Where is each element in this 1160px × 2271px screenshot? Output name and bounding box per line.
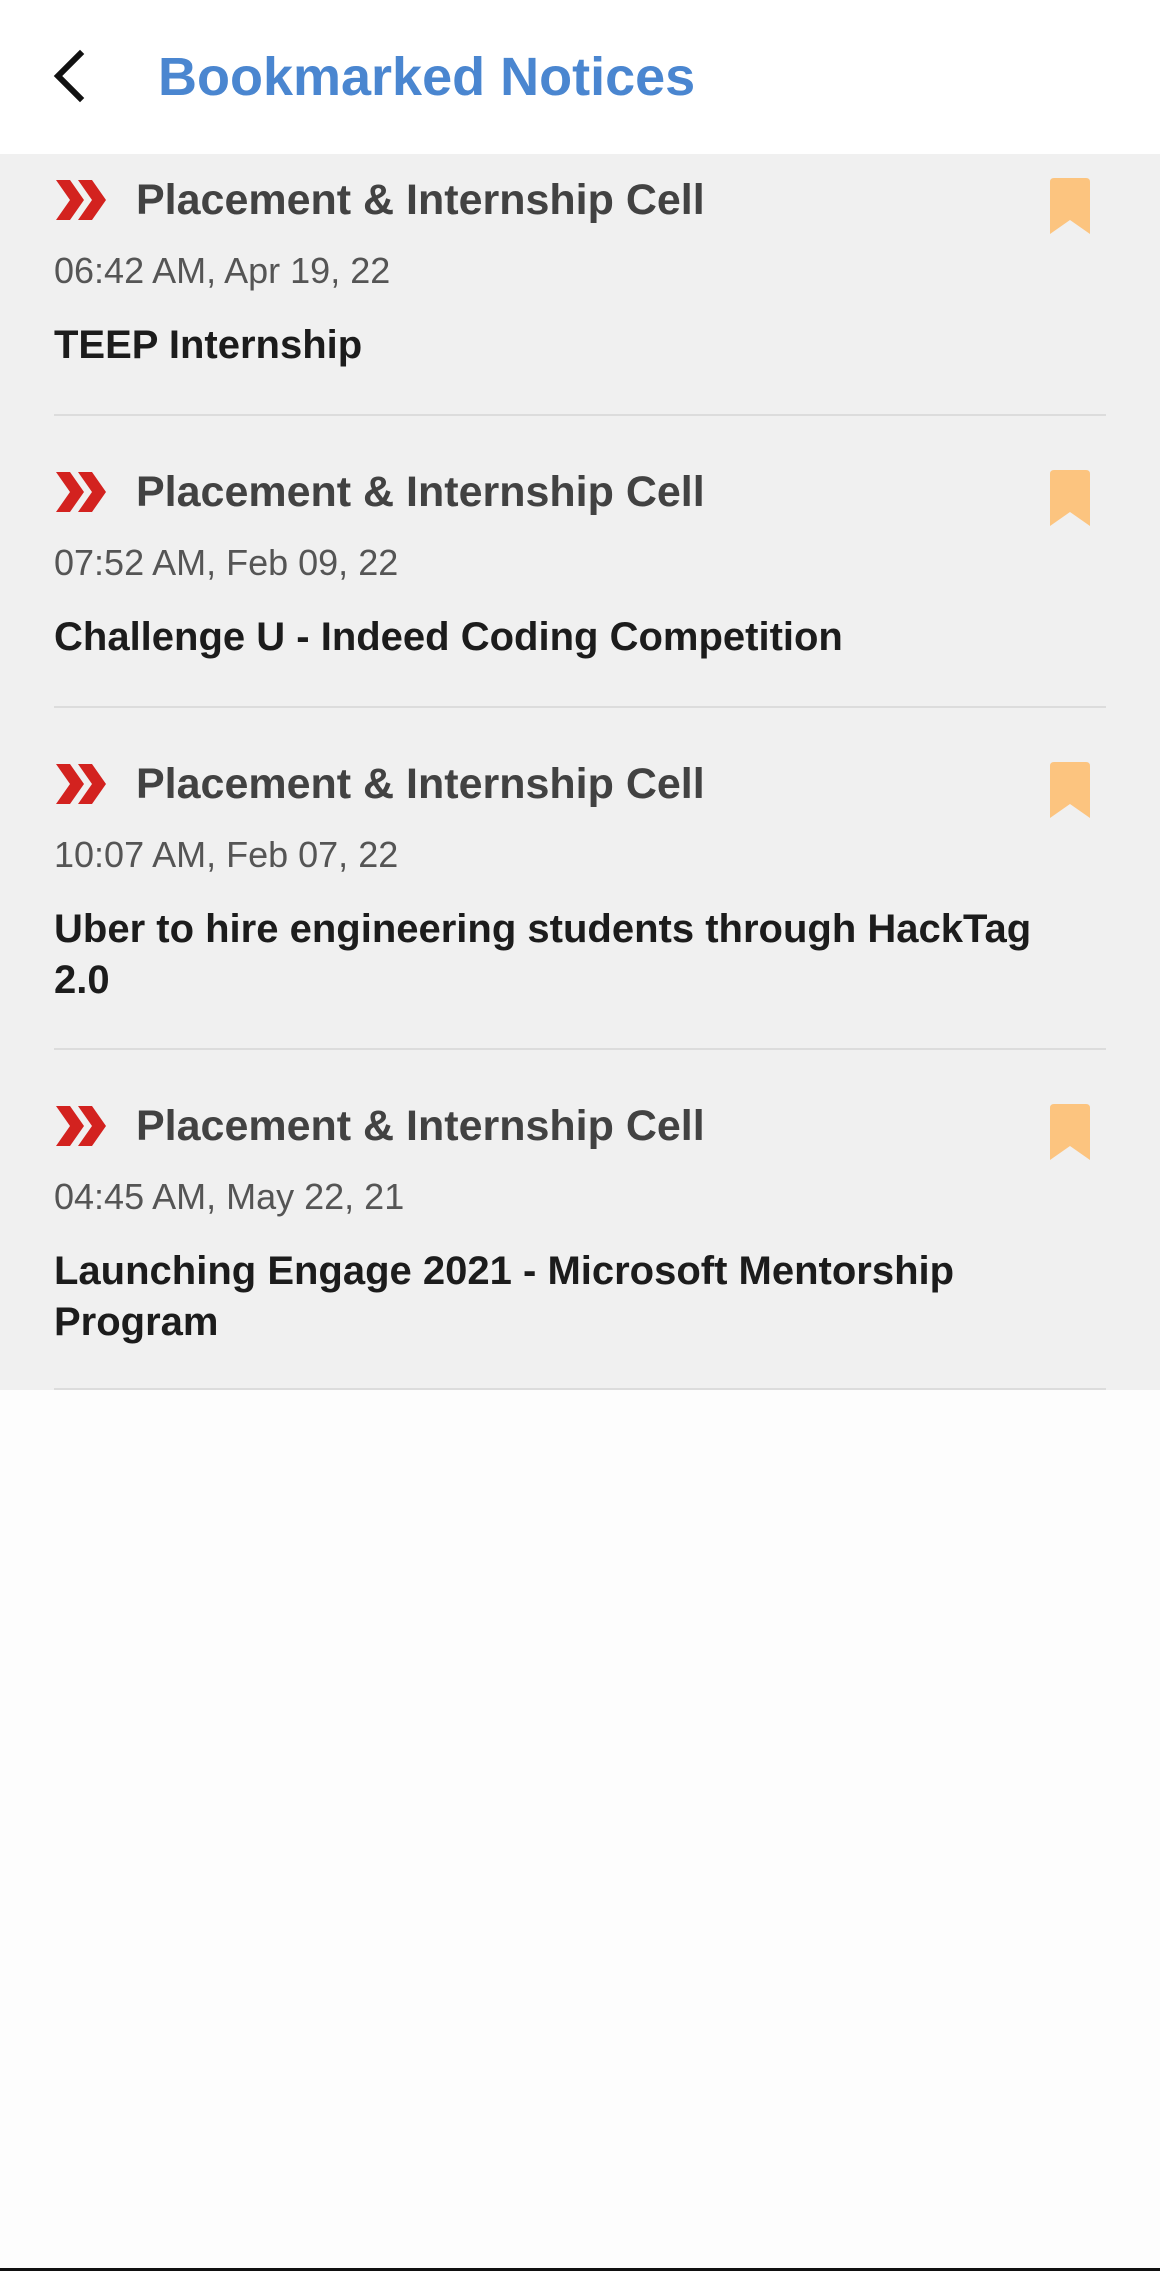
double-chevron-right-icon — [54, 758, 116, 810]
divider — [54, 1048, 1106, 1050]
back-button[interactable] — [40, 40, 100, 112]
bookmark-icon[interactable] — [1046, 178, 1094, 236]
notice-time: 07:52 AM, Feb 09, 22 — [54, 542, 399, 583]
notice-list: Placement & Internship Cell 06:42 AM, Ap… — [0, 154, 1160, 1390]
notice-source: Placement & Internship Cell — [136, 467, 705, 516]
notice-time: 10:07 AM, Feb 07, 22 — [54, 834, 399, 875]
divider — [54, 1388, 1106, 1390]
divider — [54, 706, 1106, 708]
double-chevron-right-icon — [54, 174, 116, 226]
list-item[interactable]: Placement & Internship Cell 07:52 AM, Fe… — [0, 446, 1160, 738]
app-screen: Bookmarked Notices Placement & Internshi… — [0, 0, 1160, 2271]
notice-source: Placement & Internship Cell — [136, 1101, 705, 1150]
list-item[interactable]: Placement & Internship Cell 04:45 AM, Ma… — [0, 1080, 1160, 1390]
bookmark-icon[interactable] — [1046, 470, 1094, 528]
notice-title: Launching Engage 2021 - Microsoft Mentor… — [54, 1249, 955, 1344]
notice-source: Placement & Internship Cell — [136, 175, 705, 224]
list-item[interactable]: Placement & Internship Cell 10:07 AM, Fe… — [0, 738, 1160, 1080]
bookmark-icon[interactable] — [1046, 762, 1094, 820]
double-chevron-right-icon — [54, 1100, 116, 1152]
page-title: Bookmarked Notices — [158, 47, 696, 107]
notice-title: TEEP Internship — [54, 323, 363, 367]
notice-title: Challenge U - Indeed Coding Competition — [54, 615, 843, 659]
top-app-bar: Bookmarked Notices — [0, 0, 1160, 154]
notice-title: Uber to hire engineering students throug… — [54, 907, 1032, 1002]
bookmark-icon[interactable] — [1046, 1104, 1094, 1162]
divider — [54, 414, 1106, 416]
notice-time: 06:42 AM, Apr 19, 22 — [54, 250, 391, 291]
notice-time: 04:45 AM, May 22, 21 — [54, 1176, 405, 1217]
notice-source: Placement & Internship Cell — [136, 759, 705, 808]
list-item[interactable]: Placement & Internship Cell 06:42 AM, Ap… — [0, 154, 1160, 446]
double-chevron-right-icon — [54, 466, 116, 518]
chevron-left-icon — [53, 49, 85, 103]
